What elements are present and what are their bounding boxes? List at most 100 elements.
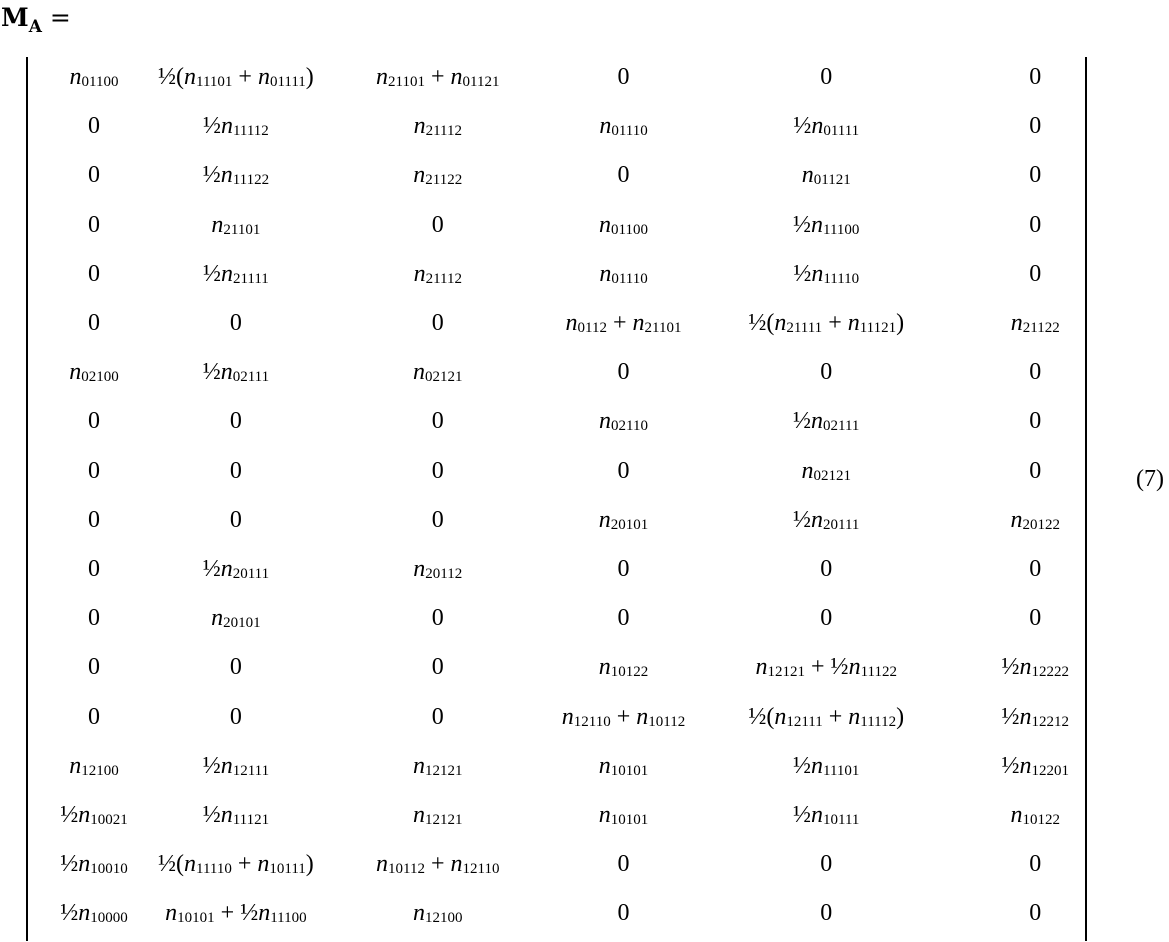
matrix-cell: ½n11112 <box>158 102 314 151</box>
matrix-cell: 0 <box>314 496 562 545</box>
matrix-cell: n21101 + n01121 <box>314 53 562 102</box>
variable-index: 10101 <box>610 811 649 828</box>
cell-expression: ½n11112 <box>203 113 269 139</box>
matrix-cell: n02121 <box>314 348 562 397</box>
variable-index: 21111 <box>232 270 269 287</box>
matrix-cell: ½(n11110 + n10111) <box>158 840 314 889</box>
matrix-row: n12100 ½n12111 n12121 n10101 ½n11101 ½n12201 <box>30 742 1103 791</box>
expression-text: + <box>606 310 633 337</box>
variable-symbol: n <box>220 801 233 828</box>
variable-symbol: n <box>811 260 824 287</box>
cell-expression: 0 <box>820 605 832 631</box>
variable-index: 12111 <box>786 713 823 730</box>
variable-symbol: n <box>220 113 233 140</box>
expression-text: ½ <box>60 801 79 828</box>
matrix-cell: n10122 <box>562 643 685 692</box>
cell-expression: ½n11110 <box>793 261 859 287</box>
matrix-cell: n20101 <box>158 594 314 643</box>
matrix-row: 0 ½n11112 n21112 n01110 ½n01111 0 <box>30 102 1103 151</box>
variable-symbol: n <box>598 801 611 828</box>
expression-text: 0 <box>88 408 100 435</box>
matrix-cell: ½n10111 <box>685 791 967 840</box>
variable-index: 21101 <box>644 320 682 337</box>
matrix-row: n02100 ½n02111 n02121 0 0 0 <box>30 348 1103 397</box>
variable-index: 21112 <box>425 123 462 140</box>
variable-index: 12212 <box>1031 713 1069 730</box>
cell-expression: n21112 <box>414 113 462 139</box>
variable-index: 12121 <box>425 811 463 828</box>
variable-symbol: n <box>632 310 645 337</box>
variable-index: 12110 <box>462 861 500 878</box>
matrix-cell: ½(n11101 + n01111) <box>158 53 314 102</box>
expression-text: ) <box>896 703 905 730</box>
matrix-cell: 0 <box>30 250 158 299</box>
expression-text: ½ <box>793 113 812 140</box>
variable-symbol: n <box>78 851 91 878</box>
variable-symbol: n <box>69 752 82 779</box>
matrix-cell: 0 <box>314 643 562 692</box>
expression-text: 0 <box>820 851 833 878</box>
variable-index: 10112 <box>648 713 686 730</box>
expression-text: + <box>425 851 451 878</box>
cell-expression: 0 <box>1029 64 1041 90</box>
matrix-cell: 0 <box>562 545 685 594</box>
expression-text: 0 <box>1029 359 1042 386</box>
expression-text: + <box>822 703 849 730</box>
expression-text: 0 <box>88 457 100 484</box>
matrix-cell: n10101 <box>562 742 685 791</box>
expression-text: 0 <box>229 703 242 730</box>
expression-text: 0 <box>820 64 833 91</box>
matrix-cell: n12110 + n10112 <box>562 692 685 741</box>
cell-expression: 0 <box>820 64 832 90</box>
variable-symbol: n <box>220 260 233 287</box>
variable-symbol: n <box>755 654 768 681</box>
cell-expression: 0 <box>1029 212 1041 238</box>
expression-text: 0 <box>431 211 444 238</box>
expression-text: 0 <box>1029 211 1042 238</box>
variable-index: 0112 <box>577 320 607 337</box>
variable-symbol: n <box>599 211 612 238</box>
expression-text: 0 <box>431 408 444 435</box>
cell-expression: ½(n11101 + n01111) <box>158 64 314 90</box>
cell-expression: 0 <box>1029 458 1041 484</box>
matrix-cell: 0 <box>158 496 314 545</box>
variable-symbol: n <box>848 654 861 681</box>
cell-expression: ½n20111 <box>203 556 269 582</box>
cell-expression: ½n10000 <box>60 900 128 926</box>
cell-expression: n02110 <box>599 408 648 434</box>
expression-text: ½ <box>1001 703 1020 730</box>
expression-text: ½( <box>158 64 184 91</box>
matrix-cell: 0 <box>685 594 967 643</box>
matrix-cell: ½n11122 <box>158 151 314 200</box>
cell-expression: 0 <box>230 458 242 484</box>
cell-expression: 0 <box>88 704 100 730</box>
cell-expression: n20101 <box>599 507 649 533</box>
expression-text: 0 <box>88 211 100 238</box>
variable-index: 01110 <box>611 270 648 287</box>
matrix-cell: ½n20111 <box>158 545 314 594</box>
cell-expression: 0 <box>432 654 444 680</box>
cell-expression: n01100 <box>599 212 648 238</box>
matrix-cell: 0 <box>562 594 685 643</box>
cell-expression: n02121 <box>413 359 463 385</box>
cell-expression: ½n12201 <box>1001 753 1069 779</box>
variable-symbol: n <box>1019 752 1032 779</box>
cell-expression: n10101 <box>599 802 649 828</box>
cell-expression: 0 <box>1029 605 1041 631</box>
matrix-cell: ½n12201 <box>967 742 1103 791</box>
matrix-cell: n10101 <box>562 791 685 840</box>
matrix-cell: 0 <box>562 447 685 496</box>
expression-text: 0 <box>431 506 444 533</box>
expression-text: ½ <box>793 752 812 779</box>
cell-expression: n12110 + n10112 <box>562 704 685 730</box>
variable-index: 10112 <box>388 861 425 878</box>
matrix-cell: 0 <box>158 643 314 692</box>
matrix-cell: n0112 + n21101 <box>562 299 685 348</box>
expression-text: 0 <box>431 310 444 337</box>
matrix-cell: 0 <box>158 397 314 446</box>
expression-text: 0 <box>229 408 242 435</box>
variable-symbol: n <box>184 851 196 878</box>
matrix-cell: 0 <box>314 692 562 741</box>
cell-expression: ½(n11110 + n10111) <box>158 851 314 877</box>
cell-expression: 0 <box>88 113 100 139</box>
